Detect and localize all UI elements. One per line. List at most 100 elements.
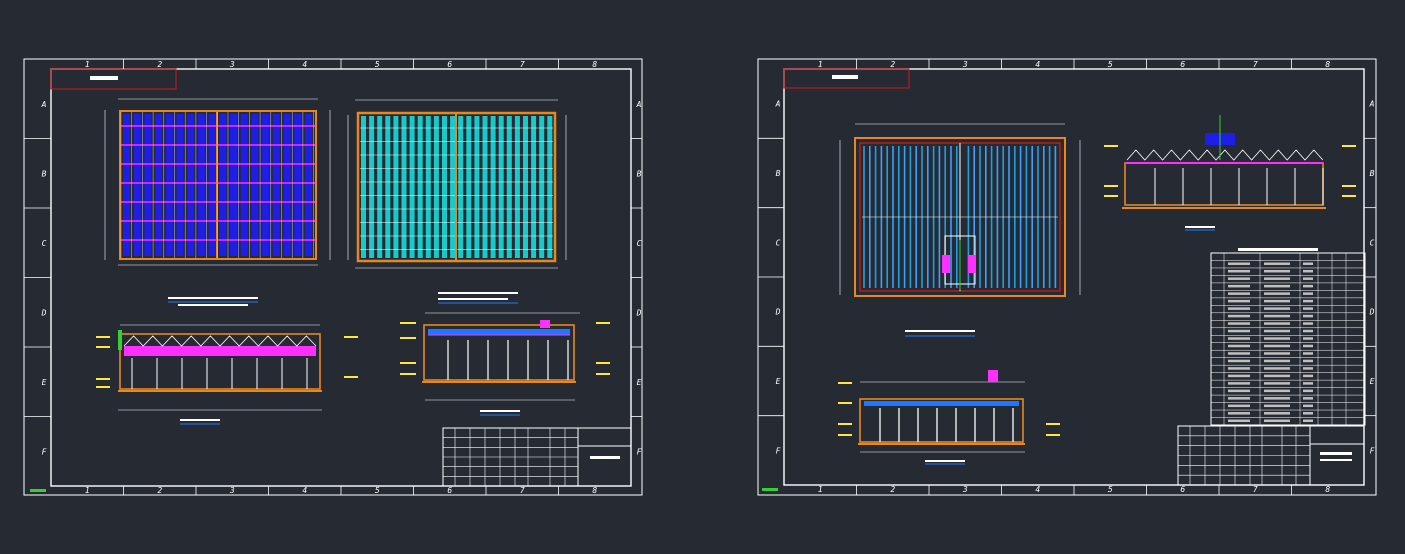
inlet-marker <box>540 320 550 328</box>
table-cell-text <box>1303 314 1313 318</box>
panel-strip <box>165 114 173 256</box>
panel-strip <box>262 114 270 256</box>
grid-row-label: A <box>775 100 781 109</box>
panel-strip <box>144 114 152 256</box>
table-cell-text <box>1228 262 1250 265</box>
level-marker <box>400 362 416 364</box>
table-cell-text <box>1264 419 1290 423</box>
grid-row-label: B <box>776 169 781 178</box>
table-cell-text <box>1264 322 1290 325</box>
grid-column-label: 7 <box>1253 485 1258 494</box>
section-view-3 <box>1104 115 1356 231</box>
grid-column-label: 3 <box>229 60 235 69</box>
grid-column-label: 5 <box>1108 485 1113 494</box>
level-marker <box>1342 185 1356 187</box>
table-cell-text <box>1303 277 1313 280</box>
grid-row-label: B <box>1370 169 1375 178</box>
level-marker <box>838 382 852 384</box>
sheet-right-inner-border <box>783 68 1365 486</box>
grid-column-label: 1 <box>85 60 90 69</box>
table-cell-text <box>1264 262 1290 265</box>
grid-column-label: 2 <box>890 485 895 494</box>
section-view-2 <box>400 312 610 416</box>
grid-column-label: 3 <box>962 60 968 69</box>
grid-column-label: 3 <box>962 485 968 494</box>
table-cell-text <box>1264 382 1290 385</box>
grid-row-label: A <box>636 100 642 109</box>
table-cell-text <box>1303 284 1313 288</box>
table-cell-text <box>1228 299 1250 303</box>
table-cell-text <box>1264 269 1290 273</box>
grid-row-label: E <box>1370 377 1375 386</box>
table-cell-text <box>1303 382 1313 385</box>
level-marker <box>596 362 610 364</box>
table-cell-text <box>1228 367 1250 370</box>
grid-column-label: 2 <box>157 486 162 495</box>
table-cell-text <box>1228 269 1250 273</box>
panel-strip <box>401 116 407 258</box>
panel-strip <box>385 116 391 258</box>
table-cell-text <box>1228 382 1250 385</box>
table-cell-text <box>1303 389 1313 393</box>
grid-column-label: 5 <box>375 486 380 495</box>
level-marker <box>596 322 610 324</box>
grid-column-label: 7 <box>520 60 525 69</box>
panel-strip <box>514 116 520 258</box>
level-marker <box>1342 145 1356 147</box>
table-cell-text <box>1228 389 1250 393</box>
section-view-4 <box>838 370 1060 465</box>
level-marker <box>344 376 358 378</box>
table-cell-text <box>1303 344 1313 348</box>
panel-strip <box>490 116 496 258</box>
grid-column-label: 8 <box>592 60 597 69</box>
panel-strip <box>531 116 537 258</box>
sheet-left-title-block <box>442 427 632 487</box>
level-marker <box>1342 195 1356 197</box>
grid-column-label: 6 <box>1180 485 1185 494</box>
grid-column-label: 7 <box>1253 60 1258 69</box>
grid-column-label: 6 <box>447 486 452 495</box>
table-cell-text <box>1303 419 1313 423</box>
level-marker <box>1046 434 1060 436</box>
sheet-left: 1 1 2 2 3 3 4 4 5 5 6 6 7 7 8 8 A A B B C C D D E E F F <box>23 58 643 496</box>
table-cell-text <box>1228 397 1250 400</box>
level-marker <box>838 423 852 425</box>
panel-strip <box>442 116 447 258</box>
panel-strip <box>197 114 205 256</box>
table-cell-text <box>1228 337 1250 340</box>
table-cell-text <box>1228 277 1250 280</box>
table-cell-text <box>1264 389 1290 393</box>
level-marker <box>596 373 610 375</box>
grid-column-label: 1 <box>818 60 823 69</box>
panel-strip <box>133 114 141 256</box>
table-cell-text <box>1264 404 1290 408</box>
grid-row-label: E <box>776 377 781 386</box>
table-cell-text <box>1264 374 1290 378</box>
cad-drawing-canvas: 1122334455667788A AB BC CD DE EF F 11223… <box>23 58 1377 496</box>
panel-strip <box>466 116 472 258</box>
table-cell-text <box>1264 359 1290 363</box>
grid-row-label: E <box>42 378 47 387</box>
level-marker <box>1104 195 1118 197</box>
panel-strip <box>393 116 399 258</box>
table-cell-text <box>1264 344 1290 348</box>
table-cell-text <box>1228 329 1250 333</box>
table-cell-text <box>1303 322 1313 325</box>
panel-strip <box>294 114 302 256</box>
grid-row-label: B <box>42 169 47 178</box>
panel-strip <box>498 116 504 258</box>
plan-view-3-inlet <box>942 235 976 290</box>
table-cell-text <box>1303 374 1313 378</box>
grid-column-label: 1 <box>85 486 90 495</box>
table-cell-text <box>1264 367 1290 370</box>
table-cell-text <box>1303 359 1313 363</box>
sheet-right: 1 1 2 2 3 3 4 4 5 5 6 6 7 7 8 8 A A B B C C D D E E F F <box>757 58 1377 496</box>
grid-column-label: 8 <box>1325 60 1330 69</box>
table-cell-text <box>1228 307 1250 310</box>
table-cell-text <box>1228 359 1250 363</box>
level-marker <box>118 330 122 350</box>
panel-strip <box>523 116 528 258</box>
panel-strip <box>208 114 216 256</box>
table-cell-text <box>1228 314 1250 318</box>
plan-view-3 <box>839 123 1081 337</box>
